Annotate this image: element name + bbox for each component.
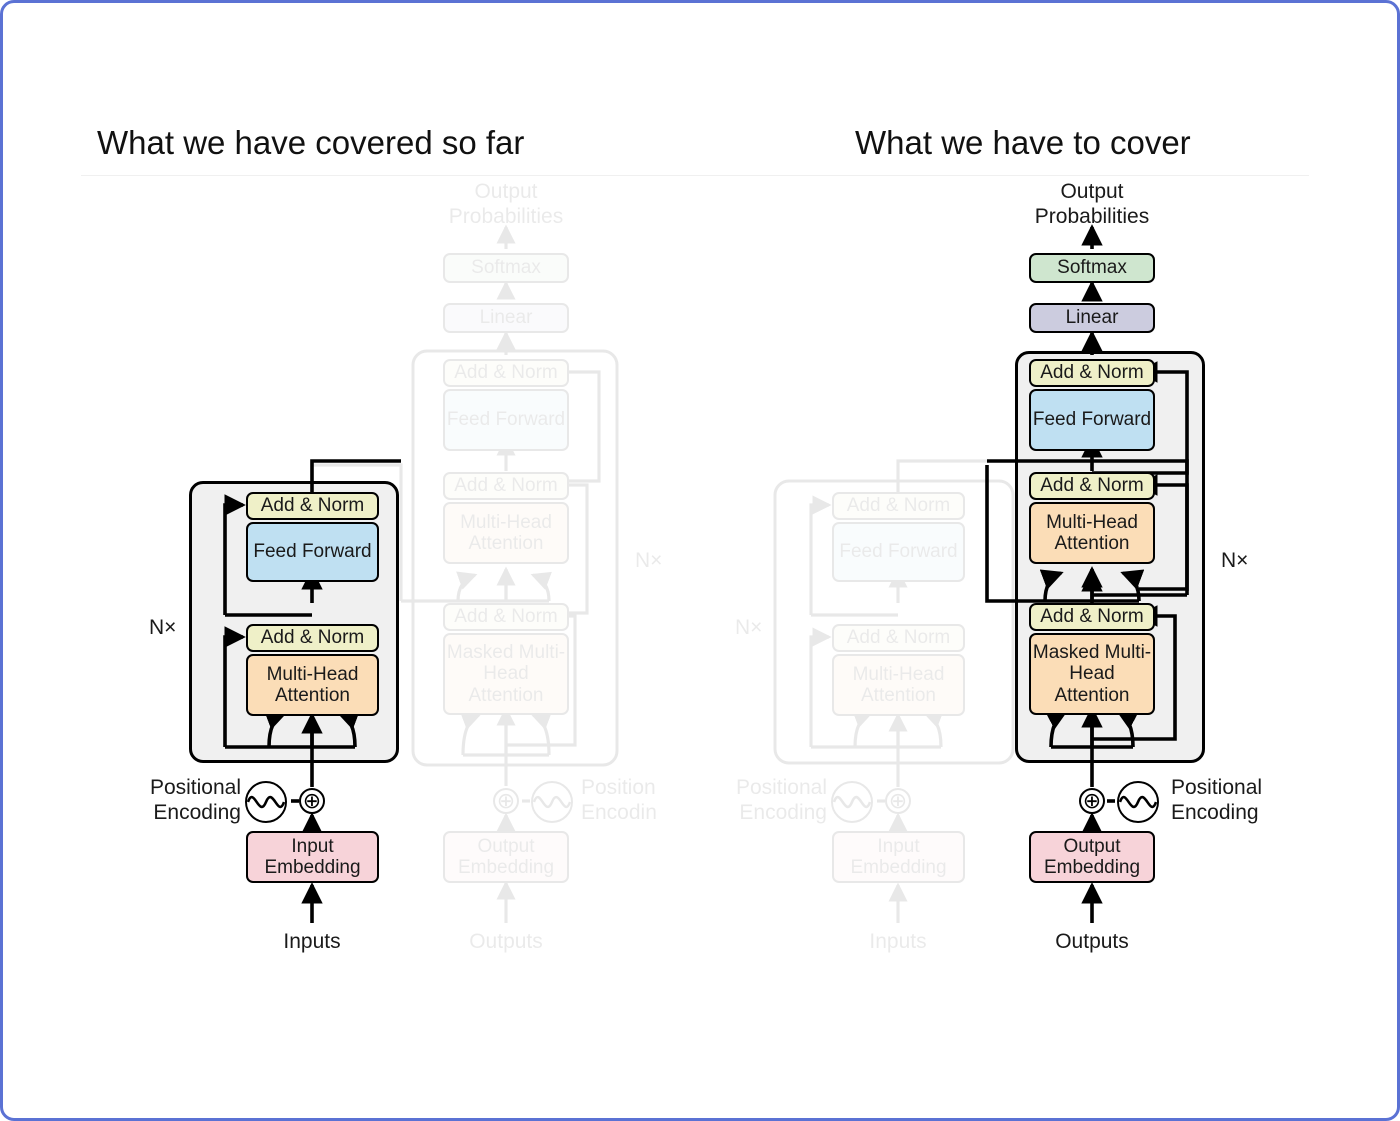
right-decoder-connectors [985, 224, 1189, 923]
right-decoder-add-norm-3: Add & Norm [1029, 359, 1155, 387]
right-decoder-add-plus-node: ⊕ [1079, 788, 1105, 814]
right-decoder-positional-encoding-icon [1117, 781, 1159, 823]
right-decoder-feed-forward: Feed Forward [1029, 389, 1155, 451]
right-decoder-masked-multi-head-attention: Masked Multi-Head Attention [1029, 633, 1155, 715]
right-decoder-add-norm-1: Add & Norm [1029, 603, 1155, 631]
right-decoder-add-norm-2: Add & Norm [1029, 472, 1155, 500]
right-decoder-multi-head-attention: Multi-Head Attention [1029, 502, 1155, 564]
right-panel-decoder: Output Probabilities Softmax Linear Add … [3, 3, 1397, 1118]
right-decoder-output-embedding: Output Embedding [1029, 831, 1155, 883]
right-decoder-outputs-label: Outputs [1055, 930, 1129, 953]
slide-canvas: What we have covered so far What we have… [0, 0, 1400, 1121]
right-decoder-nx-label: N× [1221, 549, 1249, 572]
right-linear-box: Linear [1029, 303, 1155, 333]
right-decoder-positional-encoding-label: Positional Encoding [1171, 776, 1263, 825]
right-softmax-box: Softmax [1029, 253, 1155, 283]
right-output-probabilities-label: Output Probabilities [1034, 180, 1150, 229]
